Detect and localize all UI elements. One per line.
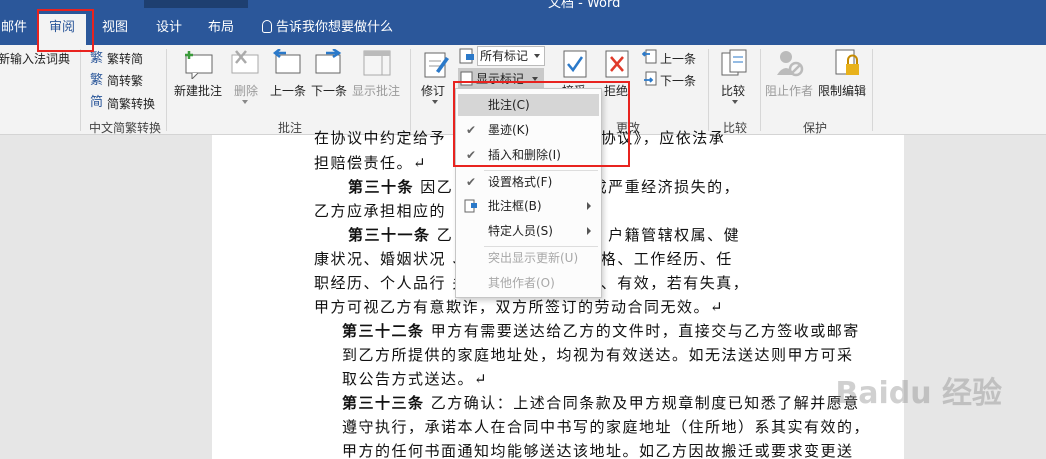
show-comments-button[interactable]: 显示批注 bbox=[352, 82, 400, 99]
svg-text:繁: 繁 bbox=[90, 50, 103, 64]
track-changes-button[interactable]: 修订 bbox=[421, 82, 445, 99]
next-comment-button[interactable]: 下一条 bbox=[311, 82, 347, 99]
prev-change-icon bbox=[642, 49, 657, 64]
chevron-down-icon bbox=[732, 100, 738, 104]
tab-design[interactable]: 设计 bbox=[146, 14, 192, 45]
new-ime-dictionary-button[interactable]: 新输入法词典 bbox=[0, 50, 70, 67]
tab-view[interactable]: 视图 bbox=[92, 14, 138, 45]
new-comment-button[interactable]: 新建批注 bbox=[174, 82, 222, 99]
doc-line: 乙方应承担相应的 bbox=[314, 202, 447, 220]
block-authors-icon bbox=[777, 51, 804, 77]
markup-select-value: 所有标记 bbox=[480, 49, 529, 63]
markup-select[interactable]: 所有标记 bbox=[477, 46, 545, 66]
prev-change-button[interactable]: 上一条 bbox=[660, 50, 696, 67]
prev-comment-icon bbox=[272, 49, 301, 74]
next-change-button[interactable]: 下一条 bbox=[660, 72, 696, 89]
trad-to-simp-icon: 繁 bbox=[90, 50, 103, 64]
simp-to-trad-button[interactable]: 简转繁 bbox=[107, 72, 143, 89]
group-separator bbox=[760, 49, 761, 131]
menu-item-formatting[interactable]: ✔ 设置格式(F) bbox=[458, 171, 599, 193]
tab-mailings[interactable]: 邮件 bbox=[0, 14, 34, 45]
next-change-icon bbox=[644, 71, 657, 86]
table-tools-band bbox=[144, 0, 248, 8]
group-separator bbox=[410, 49, 411, 131]
doc-line: 到乙方所提供的家庭地址处，均视为有效送达。如无法送达则甲方可采 bbox=[342, 346, 854, 364]
tell-me-text: 告诉我你想要做什么 bbox=[276, 20, 394, 35]
submenu-arrow-icon bbox=[587, 202, 591, 210]
svg-text:简: 简 bbox=[90, 94, 103, 108]
compare-button[interactable]: 比较 bbox=[721, 82, 745, 99]
delete-comment-icon bbox=[231, 50, 259, 74]
svg-text:繁: 繁 bbox=[90, 72, 103, 86]
chinese-convert-button[interactable]: 简繁转换 bbox=[107, 95, 155, 112]
menu-item-highlight-updates[interactable]: 突出显示更新(U) bbox=[458, 247, 599, 269]
title-tab-bar: 文档 - Word 邮件 审阅 视图 设计 布局 告诉我你想要做什么 bbox=[0, 0, 1046, 45]
chevron-down-icon bbox=[432, 100, 438, 104]
compare-icon bbox=[721, 49, 747, 76]
reject-icon bbox=[605, 50, 629, 78]
highlight-box-menu bbox=[453, 81, 630, 167]
lightbulb-icon bbox=[262, 20, 272, 33]
doc-line: 第三十二条 甲方有需要送达给乙方的文件时，直接交与乙方签收或邮寄 bbox=[342, 322, 860, 340]
doc-line: 遵守执行，承诺本人在合同中书写的家庭地址（住所地）系其实有效的， bbox=[342, 418, 871, 436]
group-label-chinese: 中文简繁转换 bbox=[88, 121, 161, 135]
accept-icon bbox=[563, 50, 587, 78]
checkmark-icon: ✔ bbox=[466, 175, 477, 189]
doc-line: 取公告方式送达。↵ bbox=[342, 370, 489, 388]
doc-line: 甲方的任何书面通知均能够送达该地址。如乙方因故搬迁或要求变更送 bbox=[342, 442, 854, 459]
new-comment-icon bbox=[185, 51, 213, 79]
menu-item-other-authors[interactable]: 其他作者(O) bbox=[458, 272, 599, 294]
group-label-comments: 批注 bbox=[277, 121, 302, 135]
block-authors-button[interactable]: 阻止作者 bbox=[765, 82, 813, 99]
balloons-icon bbox=[464, 199, 477, 213]
prev-comment-button[interactable]: 上一条 bbox=[270, 82, 306, 99]
menu-item-specific-people[interactable]: 特定人员(S) bbox=[458, 220, 599, 242]
simp-to-trad-icon: 繁 bbox=[90, 72, 103, 86]
chevron-down-icon bbox=[534, 54, 540, 58]
restrict-editing-button[interactable]: 限制编辑 bbox=[818, 82, 866, 99]
submenu-arrow-icon bbox=[587, 227, 591, 235]
restrict-editing-icon bbox=[835, 49, 859, 75]
window-title: 文档 - Word bbox=[548, 0, 621, 11]
delete-comment-button[interactable]: 删除 bbox=[234, 82, 258, 99]
group-separator bbox=[708, 49, 709, 131]
doc-line: 担赔偿责任。↵ bbox=[314, 154, 428, 172]
tell-me-box[interactable]: 告诉我你想要做什么 bbox=[262, 14, 393, 45]
doc-line: 甲方可视乙方有意欺诈，双方所签订的劳动合同无效。↵ bbox=[314, 298, 725, 316]
chevron-down-icon bbox=[242, 100, 248, 104]
next-comment-icon bbox=[315, 49, 342, 74]
menu-item-balloons[interactable]: 批注框(B) bbox=[458, 195, 599, 217]
doc-line: 第三十三条 乙方确认：上述合同条款及甲方规章制度已知悉了解并愿意 bbox=[342, 394, 860, 412]
convert-icon: 简 bbox=[90, 94, 103, 108]
show-comments-icon bbox=[363, 50, 391, 76]
group-label-protect: 保护 bbox=[802, 121, 827, 135]
trad-to-simp-button[interactable]: 繁转简 bbox=[107, 50, 143, 67]
watermark: Baidu 经验 bbox=[835, 376, 1002, 411]
tab-layout[interactable]: 布局 bbox=[198, 14, 244, 45]
group-separator bbox=[80, 49, 81, 131]
highlight-box-review-tab bbox=[37, 9, 94, 52]
group-separator bbox=[166, 49, 167, 131]
markup-display-icon bbox=[459, 48, 474, 64]
track-changes-icon bbox=[424, 52, 449, 78]
group-separator bbox=[872, 49, 873, 131]
